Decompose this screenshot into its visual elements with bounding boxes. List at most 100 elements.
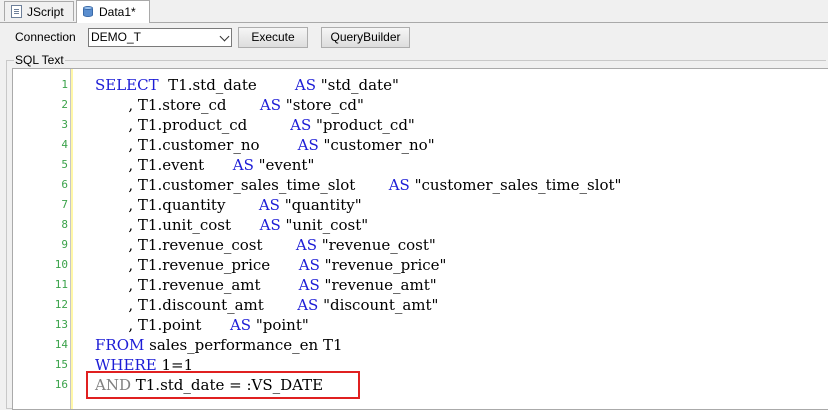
chevron-down-icon[interactable] — [219, 31, 230, 42]
line-number: 5 — [61, 158, 68, 171]
code-text: FROM sales_performance_en T1 — [95, 335, 343, 355]
line-number: 12 — [54, 298, 68, 311]
tab-data1[interactable]: Data1* — [76, 0, 150, 23]
sql-keyword: AS — [259, 96, 282, 114]
code-line[interactable]: 2 , T1.store_cd AS "store_cd" — [13, 95, 828, 115]
code-text: , T1.customer_no AS "customer_no" — [95, 135, 435, 155]
code-segment: , T1.revenue_cost — [95, 236, 296, 254]
sql-keyword: AS — [294, 76, 317, 94]
code-line[interactable]: 3 , T1.product_cd AS "product_cd" — [13, 115, 828, 135]
code-text: , T1.customer_sales_time_slot AS "custom… — [95, 175, 621, 195]
code-text: , T1.unit_cost AS "unit_cost" — [95, 215, 368, 235]
sql-keyword: AS — [295, 236, 317, 254]
toolbar: Connection DEMO_T Execute QueryBuilder — [0, 23, 828, 53]
code-text: , T1.revenue_price AS "revenue_price" — [95, 255, 446, 275]
code-segment: , T1.store_cd — [95, 96, 260, 114]
line-number: 2 — [61, 98, 68, 111]
code-line[interactable]: 6 , T1.customer_sales_time_slot AS "cust… — [13, 175, 828, 195]
code-segment: "quantity" — [279, 196, 362, 214]
sql-editor[interactable]: 1 SELECT T1.std_date AS "std_date" 2 , T1.… — [12, 68, 828, 410]
code-line[interactable]: 9 , T1.revenue_cost AS "revenue_cost" — [13, 235, 828, 255]
line-number: 11 — [54, 278, 68, 291]
line-number: 10 — [54, 258, 68, 271]
code-text: , T1.point AS "point" — [95, 315, 309, 335]
code-segment: "customer_sales_time_slot" — [409, 176, 622, 194]
sql-keyword: AS — [229, 316, 252, 334]
code-segment: , T1.customer_no — [95, 136, 298, 154]
code-segment: "revenue_amt" — [319, 276, 437, 294]
database-icon — [83, 6, 94, 18]
code-segment: , T1.point — [95, 316, 230, 334]
execute-button[interactable]: Execute — [238, 27, 308, 48]
sql-keyword: AS — [258, 196, 280, 214]
connection-select[interactable]: DEMO_T — [88, 28, 232, 47]
line-number: 6 — [61, 178, 68, 191]
sql-keyword: AS — [290, 116, 312, 134]
sql-keyword: AS — [388, 176, 410, 194]
sql-keyword: SELECT — [95, 76, 159, 94]
code-segment: , T1.product_cd — [95, 116, 291, 134]
code-segment: , T1.discount_amt — [95, 296, 298, 314]
sql-keyword: AS — [297, 136, 319, 154]
code-segment: "revenue_price" — [319, 256, 447, 274]
document-icon — [11, 5, 22, 18]
code-line[interactable]: 7 , T1.quantity AS "quantity" — [13, 195, 828, 215]
tab-label: Data1* — [99, 5, 136, 19]
line-number: 8 — [61, 218, 68, 231]
code-segment: "event" — [253, 156, 315, 174]
sql-keyword: AS — [298, 256, 320, 274]
code-segment: , T1.quantity — [95, 196, 259, 214]
line-number: 4 — [61, 138, 68, 151]
code-text: , T1.discount_amt AS "discount_amt" — [95, 295, 438, 315]
line-number: 7 — [61, 198, 68, 211]
code-segment: "discount_amt" — [318, 296, 439, 314]
line-number: 13 — [54, 318, 68, 331]
code-segment: sales_performance_en T1 — [144, 336, 343, 354]
code-segment: , T1.unit_cost — [95, 216, 260, 234]
sql-keyword: AS — [297, 296, 319, 314]
code-line[interactable]: 5 , T1.event AS "event" — [13, 155, 828, 175]
code-segment: T1.std_date — [158, 76, 295, 94]
code-segment: "point" — [251, 316, 309, 334]
line-number: 15 — [54, 358, 68, 371]
code-segment: , T1.event — [95, 156, 233, 174]
code-line[interactable]: 12 , T1.discount_amt AS "discount_amt" — [13, 295, 828, 315]
code-text: , T1.quantity AS "quantity" — [95, 195, 362, 215]
sql-keyword: AS — [259, 216, 281, 234]
tab-bar: JScript Data1* — [0, 0, 828, 23]
line-number: 3 — [61, 118, 68, 131]
code-segment: , T1.revenue_amt — [95, 276, 299, 294]
line-number: 14 — [54, 338, 68, 351]
code-line[interactable]: 4 , T1.customer_no AS "customer_no" — [13, 135, 828, 155]
code-lines[interactable]: 1 SELECT T1.std_date AS "std_date" 2 , T1.… — [13, 75, 828, 395]
code-text: , T1.event AS "event" — [95, 155, 314, 175]
highlight-box — [86, 371, 360, 399]
code-segment: , T1.revenue_price — [95, 256, 299, 274]
sql-text-label: SQL Text — [14, 53, 65, 67]
tab-label: JScript — [27, 4, 64, 19]
sql-keyword: AS — [298, 276, 320, 294]
line-number: 1 — [61, 78, 68, 91]
code-line[interactable]: 10 , T1.revenue_price AS "revenue_price" — [13, 255, 828, 275]
connection-label: Connection — [15, 30, 76, 44]
code-segment: "customer_no" — [318, 136, 435, 154]
querybuilder-button[interactable]: QueryBuilder — [321, 27, 410, 48]
code-text: SELECT T1.std_date AS "std_date" — [95, 75, 399, 95]
sql-keyword: AS — [232, 156, 254, 174]
code-segment: "std_date" — [316, 76, 399, 94]
code-text: , T1.store_cd AS "store_cd" — [95, 95, 364, 115]
code-segment: , T1.customer_sales_time_slot — [95, 176, 389, 194]
line-number: 16 — [54, 378, 68, 391]
code-line[interactable]: 13 , T1.point AS "point" — [13, 315, 828, 335]
connection-value: DEMO_T — [91, 30, 142, 44]
code-segment: "store_cd" — [281, 96, 364, 114]
code-line[interactable]: 1 SELECT T1.std_date AS "std_date" — [13, 75, 828, 95]
tab-jscript[interactable]: JScript — [4, 1, 74, 21]
code-text: , T1.product_cd AS "product_cd" — [95, 115, 414, 135]
code-segment: "revenue_cost" — [316, 236, 436, 254]
code-text: , T1.revenue_cost AS "revenue_cost" — [95, 235, 436, 255]
line-number: 9 — [61, 238, 68, 251]
code-line[interactable]: 11 , T1.revenue_amt AS "revenue_amt" — [13, 275, 828, 295]
code-line[interactable]: 14 FROM sales_performance_en T1 — [13, 335, 828, 355]
code-line[interactable]: 8 , T1.unit_cost AS "unit_cost" — [13, 215, 828, 235]
